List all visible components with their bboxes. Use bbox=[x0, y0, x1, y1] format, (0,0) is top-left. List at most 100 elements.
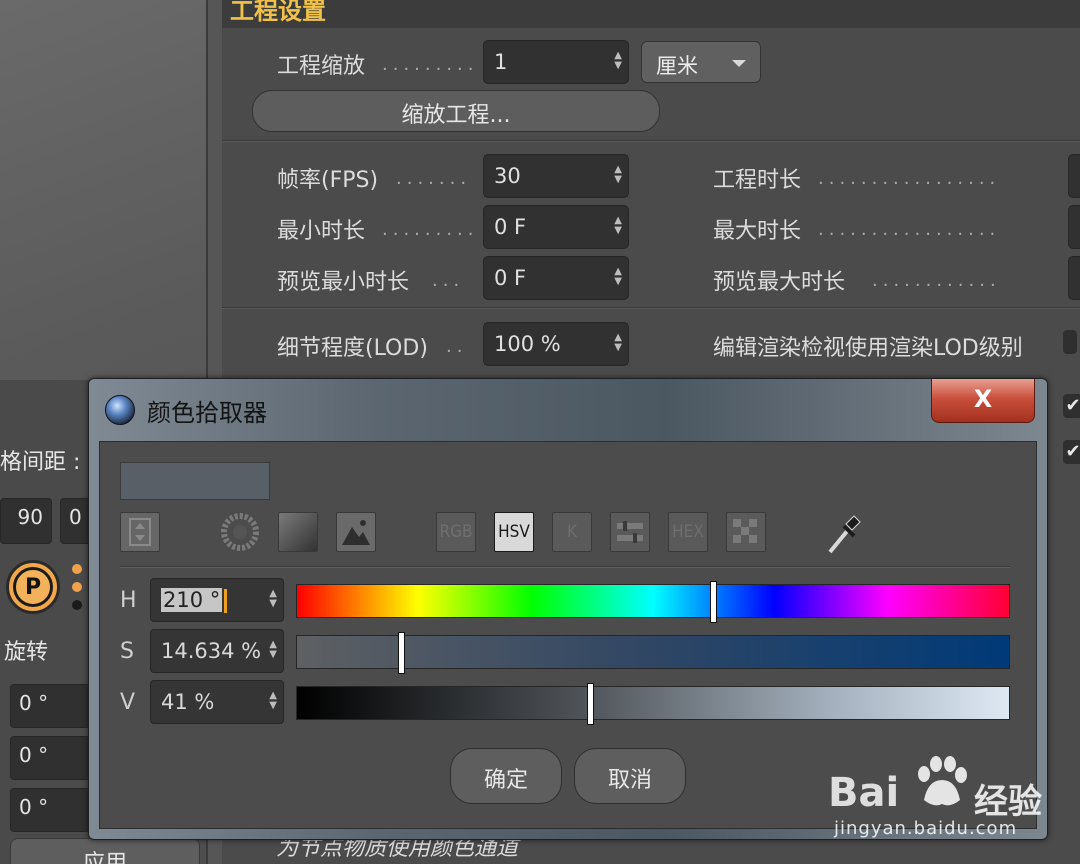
apply-button[interactable]: 应用 bbox=[10, 838, 200, 864]
watermark-brand: Bai bbox=[828, 770, 900, 816]
leader-dots: .. bbox=[446, 336, 468, 357]
render-lod-label: 编辑渲染检视使用渲染LOD级别 bbox=[713, 336, 1023, 361]
spectrum-icon[interactable] bbox=[278, 512, 318, 552]
hue-unit: ° bbox=[209, 588, 221, 612]
grid-spacing-label: 格间距 : bbox=[0, 450, 81, 475]
hue-number: 210 bbox=[163, 588, 204, 612]
saturation-field[interactable]: 14.634 % ▲ ▼ bbox=[150, 629, 284, 673]
min-time-field[interactable]: 0 F ▲ ▼ bbox=[483, 205, 629, 249]
project-length-label: 工程时长 bbox=[713, 168, 802, 193]
p-badge-label: P bbox=[13, 567, 53, 607]
tab-hsv[interactable]: HSV bbox=[494, 512, 534, 552]
panel-title: 工程设置 bbox=[222, 0, 1080, 28]
value-label: V bbox=[120, 690, 136, 715]
leader-dots: ................. bbox=[818, 168, 1001, 189]
section-divider bbox=[222, 307, 1080, 309]
preview-min-value: 0 F bbox=[494, 266, 527, 290]
swatches-icon[interactable] bbox=[726, 512, 766, 552]
saturation-slider[interactable] bbox=[296, 632, 1010, 674]
leader-dots: ... bbox=[432, 270, 465, 291]
toolbar-divider bbox=[120, 566, 1010, 568]
cancel-button[interactable]: 取消 bbox=[574, 748, 686, 804]
rotation-field-1[interactable]: 0 ° bbox=[10, 684, 90, 728]
preview-min-label: 预览最小时长 bbox=[277, 270, 410, 295]
close-button[interactable]: X bbox=[931, 379, 1035, 423]
ok-button[interactable]: 确定 bbox=[450, 748, 562, 804]
hue-value: 210 ° bbox=[161, 588, 223, 612]
lod-value: 100 % bbox=[494, 332, 561, 356]
preview-min-field[interactable]: 0 F ▲ ▼ bbox=[483, 256, 629, 300]
tab-hex[interactable]: HEX bbox=[668, 512, 708, 552]
status-dot bbox=[72, 600, 82, 610]
dialog-title: 颜色拾取器 bbox=[147, 399, 267, 427]
render-lod-checkbox[interactable] bbox=[1063, 330, 1077, 354]
rotation-field-2[interactable]: 0 ° bbox=[10, 736, 90, 780]
hue-label: H bbox=[120, 588, 137, 613]
rotation-field-3[interactable]: 0 ° bbox=[10, 788, 90, 832]
spinner-icon[interactable]: ▲ ▼ bbox=[614, 267, 622, 287]
max-time-label: 最大时长 bbox=[713, 219, 802, 244]
paw-logo-icon bbox=[918, 756, 967, 806]
spinner-icon[interactable]: ▲ ▼ bbox=[614, 216, 622, 236]
tab-rgb[interactable]: RGB bbox=[436, 512, 476, 552]
watermark-brand-cn: 经验 bbox=[974, 782, 1042, 822]
hue-slider[interactable] bbox=[296, 581, 1010, 623]
chevron-down-icon bbox=[732, 60, 746, 67]
spinner-icon[interactable]: ▲ ▼ bbox=[614, 51, 622, 71]
text-cursor bbox=[224, 589, 228, 613]
color-wheel-icon[interactable] bbox=[220, 512, 260, 552]
fps-field[interactable]: 30 ▲ ▼ bbox=[483, 154, 629, 198]
fps-label: 帧率(FPS) bbox=[277, 168, 379, 193]
value-slider-thumb[interactable] bbox=[586, 683, 594, 725]
spinner-icon[interactable]: ▲ ▼ bbox=[269, 589, 277, 609]
grid-spacing-field[interactable]: 90 bbox=[0, 498, 52, 544]
saturation-label: S bbox=[120, 639, 134, 664]
leader-dots: ......... bbox=[382, 219, 472, 240]
leader-dots: ................. bbox=[818, 219, 1001, 240]
scale-value: 1 bbox=[494, 50, 508, 74]
compare-icon[interactable] bbox=[120, 512, 160, 552]
watermark-url: jingyan.baidu.com bbox=[834, 818, 1018, 839]
lod-label: 细节程度(LOD) bbox=[277, 336, 428, 361]
unit-value: 厘米 bbox=[656, 54, 698, 78]
max-time-field[interactable] bbox=[1068, 205, 1080, 249]
color-swatch bbox=[120, 462, 270, 500]
spinner-icon[interactable]: ▲ ▼ bbox=[614, 333, 622, 353]
scale-label: 工程缩放 bbox=[277, 54, 366, 79]
preview-max-label: 预览最大时长 bbox=[713, 270, 846, 295]
checkmark-icon[interactable]: ✔ bbox=[1063, 440, 1080, 464]
saturation-value: 14.634 % bbox=[161, 639, 262, 663]
min-time-value: 0 F bbox=[494, 215, 527, 239]
preview-max-field[interactable] bbox=[1068, 256, 1080, 300]
unit-dropdown[interactable]: 厘米 bbox=[641, 41, 761, 83]
spinner-icon[interactable]: ▲ ▼ bbox=[269, 640, 277, 660]
tab-kelvin[interactable]: K bbox=[552, 512, 592, 552]
value-value: 41 % bbox=[161, 690, 215, 714]
mixer-icon[interactable] bbox=[610, 512, 650, 552]
watermark: Bai 经验 jingyan.baidu.com bbox=[828, 752, 1072, 842]
hue-slider-thumb[interactable] bbox=[710, 581, 718, 623]
project-length-field[interactable] bbox=[1068, 154, 1080, 198]
status-dot bbox=[72, 564, 82, 574]
spinner-icon[interactable]: ▲ ▼ bbox=[614, 165, 622, 185]
value-field[interactable]: 41 % ▲ ▼ bbox=[150, 680, 284, 724]
dialog-titlebar[interactable]: 颜色拾取器 bbox=[89, 379, 1047, 441]
scale-field[interactable]: 1 ▲ ▼ bbox=[483, 40, 629, 84]
value-slider[interactable] bbox=[296, 683, 1010, 725]
lod-field[interactable]: 100 % ▲ ▼ bbox=[483, 322, 629, 366]
status-dot bbox=[72, 582, 82, 592]
scale-project-button[interactable]: 缩放工程... bbox=[252, 90, 660, 132]
min-time-label: 最小时长 bbox=[277, 219, 366, 244]
image-icon[interactable] bbox=[336, 512, 376, 552]
section-divider bbox=[222, 140, 1080, 142]
hue-field[interactable]: 210 ° ▲ ▼ bbox=[150, 578, 284, 622]
eyedropper-icon[interactable] bbox=[824, 512, 864, 554]
saturation-slider-thumb[interactable] bbox=[398, 632, 406, 674]
leader-dots: ....... bbox=[396, 168, 472, 189]
checkmark-icon[interactable]: ✔ bbox=[1063, 394, 1080, 418]
app-logo-icon bbox=[105, 395, 135, 425]
fps-value: 30 bbox=[494, 164, 521, 188]
spinner-icon[interactable]: ▲ ▼ bbox=[269, 691, 277, 711]
rotate-label: 旋转 bbox=[4, 640, 49, 665]
p-mode-button[interactable]: P bbox=[6, 560, 60, 614]
